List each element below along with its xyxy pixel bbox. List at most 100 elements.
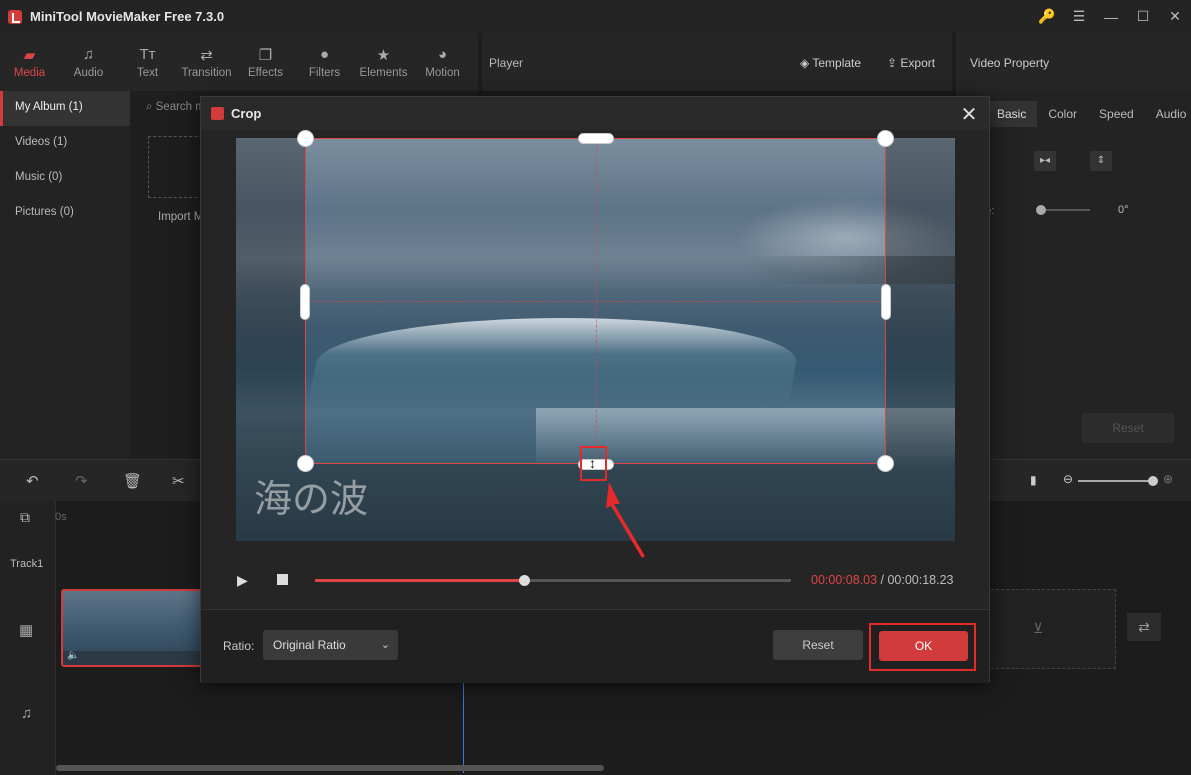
title-bar: MiniTool MovieMaker Free 7.3.0 🔑 ☰ — ☐ ✕ [0, 0, 1191, 33]
stop-icon[interactable] [277, 574, 288, 585]
progress-fill [315, 579, 525, 582]
key-icon[interactable]: 🔑 [1031, 8, 1063, 25]
tab-motion[interactable]: ◕ Motion [413, 33, 472, 91]
zoom-knob[interactable] [1148, 476, 1158, 486]
tab-speed[interactable]: Speed [1088, 101, 1145, 127]
main-toolbar: ▰ Media ♫ Audio Tт Text ⇄ Transition ❐ Effect… [0, 33, 478, 91]
sidebar-item-my-album[interactable]: My Album (1) [0, 91, 130, 126]
tab-label: Audio [73, 66, 104, 79]
zoom-track[interactable] [1078, 480, 1153, 482]
tab-audio[interactable]: Audio [1145, 101, 1191, 127]
menu-icon[interactable]: ☰ [1063, 8, 1095, 25]
motion-icon: ◕ [437, 45, 448, 63]
tab-elements[interactable]: ★ Elements [354, 33, 413, 91]
zoom-in-icon[interactable]: ⊕ [1163, 472, 1173, 486]
delete-icon[interactable]: 🗑 [123, 472, 142, 490]
track-label: Track1 [10, 558, 44, 570]
tab-color[interactable]: Color [1037, 101, 1088, 127]
dialog-footer: Ratio: Original Ratio ⌄ Reset OK [201, 609, 989, 683]
tab-effects[interactable]: ❐ Effects [236, 33, 295, 91]
zoom-control[interactable]: ▮ ⊖ ⊕ [1030, 472, 1180, 488]
arrow-shape [606, 482, 645, 558]
app-title: MiniTool MovieMaker Free 7.3.0 [30, 9, 225, 24]
window-controls: 🔑 ☰ — ☐ ✕ [1031, 0, 1191, 33]
audio-icon: ♫ [82, 45, 95, 63]
tab-filters[interactable]: ● Filters [295, 33, 354, 91]
template-button[interactable]: ◈ Template [800, 56, 861, 70]
progress-bar[interactable] [315, 575, 791, 586]
video-watermark: 海の波 [254, 477, 369, 521]
redo-icon[interactable]: ↷ [75, 472, 88, 490]
clip-audio-strip: 🔈 [63, 650, 201, 665]
volume-icon[interactable]: 🔈 [67, 650, 79, 661]
crop-grid-line [306, 301, 885, 302]
app-window: MiniTool MovieMaker Free 7.3.0 🔑 ☰ — ☐ ✕… [0, 0, 1191, 775]
flip-horizontal-icon[interactable]: ▸◂ [1034, 151, 1056, 171]
playhead[interactable] [463, 679, 464, 773]
media-sidebar: My Album (1) Videos (1) Music (0) Pictur… [0, 91, 130, 459]
tab-transition[interactable]: ⇄ Transition [177, 33, 236, 91]
ruler-start: 0s [55, 511, 67, 523]
maximize-button[interactable]: ☐ [1127, 8, 1159, 25]
progress-knob[interactable] [519, 575, 531, 586]
crop-handle-top[interactable] [578, 133, 614, 144]
add-track-icon[interactable]: ⧉ [20, 509, 30, 526]
player-label: Player [489, 56, 524, 70]
crop-handle-top-right[interactable] [877, 130, 894, 147]
sidebar-item-pictures[interactable]: Pictures (0) [0, 196, 130, 231]
tab-label: Text [136, 66, 159, 79]
tab-audio[interactable]: ♫ Audio [59, 33, 118, 91]
template-label: Template [812, 56, 862, 70]
tab-basic[interactable]: Basic [986, 101, 1038, 127]
video-clip[interactable]: 🔈 [61, 589, 203, 667]
dialog-title-bar: Crop ✕ [201, 97, 989, 130]
crop-handle-right[interactable] [881, 284, 891, 320]
crop-handle-top-left[interactable] [297, 130, 314, 147]
horizontal-scrollbar[interactable] [56, 765, 604, 771]
close-button[interactable]: ✕ [1159, 8, 1191, 25]
tab-label: Motion [425, 66, 460, 79]
dialog-close-icon[interactable]: ✕ [957, 102, 981, 127]
transition-slot[interactable]: ⊻ [986, 589, 1116, 669]
dialog-title: Crop [231, 106, 262, 121]
split-icon[interactable]: ✂ [172, 472, 185, 490]
zoom-out-icon[interactable]: ⊖ [1063, 472, 1073, 486]
time-separator: / [877, 573, 888, 587]
reset-button[interactable]: Reset [773, 630, 863, 660]
undo-icon[interactable]: ↶ [26, 472, 39, 490]
swap-icon[interactable]: ⇄ [1127, 613, 1161, 641]
tab-media[interactable]: ▰ Media [0, 33, 59, 91]
download-icon: ⊻ [1033, 620, 1044, 636]
tab-text[interactable]: Tт Text [118, 33, 177, 91]
play-icon[interactable]: ▶ [237, 572, 248, 589]
property-panel: Basic Color Speed Audio p: ▸◂ ⇕ tate: 0°… [956, 91, 1191, 459]
ok-button[interactable]: OK [879, 631, 968, 661]
flip-vertical-icon[interactable]: ⇕ [1090, 151, 1112, 171]
rotate-slider[interactable] [1036, 205, 1090, 215]
ratio-select[interactable]: Original Ratio ⌄ [263, 630, 398, 660]
import-media-label: Import M [158, 211, 204, 223]
sidebar-item-videos[interactable]: Videos (1) [0, 126, 130, 161]
dialog-logo-icon [211, 107, 224, 120]
chevron-down-icon: ⌄ [380, 639, 390, 651]
crop-handle-bottom-left[interactable] [297, 455, 314, 472]
property-header: Video Property [956, 33, 1191, 91]
export-button[interactable]: ⇪ Export [887, 56, 935, 70]
sidebar-item-music[interactable]: Music (0) [0, 161, 130, 196]
crop-frame[interactable] [297, 130, 894, 472]
crop-handle-bottom-right[interactable] [877, 455, 894, 472]
effects-icon: ❐ [258, 46, 273, 64]
media-icon: ▰ [23, 46, 36, 64]
tab-label: Filters [308, 66, 341, 79]
elements-icon: ★ [376, 46, 391, 64]
search-icon: ⌕ [146, 101, 156, 113]
property-reset-button[interactable]: Reset [1082, 413, 1174, 443]
fit-icon[interactable]: ▮ [1030, 473, 1037, 487]
text-icon: Tт [139, 45, 156, 63]
minimize-button[interactable]: — [1095, 9, 1127, 25]
export-icon: ⇪ [887, 56, 901, 70]
crop-handle-left[interactable] [300, 284, 310, 320]
search-input[interactable]: ⌕ Search m [146, 101, 205, 114]
video-property-label: Video Property [970, 56, 1050, 70]
resize-cursor-icon: ↕ [589, 455, 596, 471]
